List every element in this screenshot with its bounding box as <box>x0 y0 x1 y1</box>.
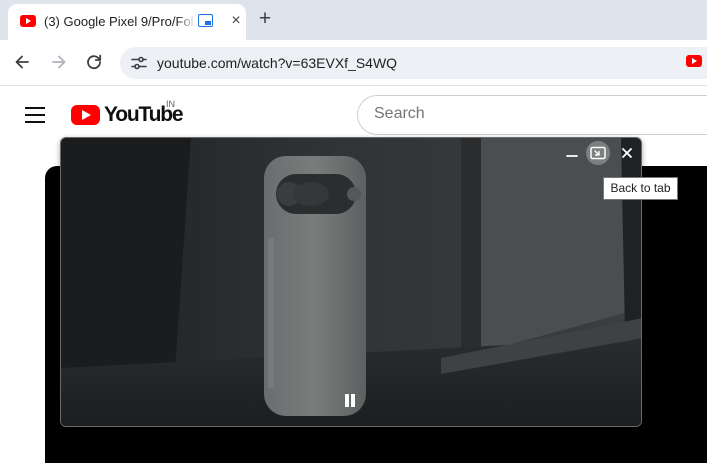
back-button[interactable] <box>12 52 32 72</box>
browser-toolbar: youtube.com/watch?v=63EVXf_S4WQ <box>0 40 707 86</box>
youtube-play-logo-icon <box>71 105 100 125</box>
picture-in-picture-icon <box>198 14 213 27</box>
pause-icon[interactable] <box>343 394 357 408</box>
picture-in-picture-window[interactable] <box>60 137 642 427</box>
youtube-favicon-icon <box>20 15 36 27</box>
url-text: youtube.com/watch?v=63EVXf_S4WQ <box>157 55 398 71</box>
back-to-tab-tooltip: Back to tab <box>603 177 678 200</box>
new-tab-button[interactable]: + <box>254 8 276 30</box>
tab-strip: (3) Google Pixel 9/Pro/Fold × + <box>0 0 707 40</box>
tab-youtube[interactable]: (3) Google Pixel 9/Pro/Fold × <box>8 4 246 40</box>
tune-icon[interactable] <box>130 55 148 71</box>
search-input[interactable] <box>374 105 694 123</box>
forward-button[interactable] <box>49 52 69 72</box>
tab-title-fade <box>176 12 196 32</box>
video-frame <box>61 138 641 426</box>
menu-icon[interactable] <box>25 107 45 123</box>
browser-window: (3) Google Pixel 9/Pro/Fold × + youtube.… <box>0 0 707 463</box>
country-code: IN <box>166 99 175 109</box>
address-bar[interactable]: youtube.com/watch?v=63EVXf_S4WQ <box>120 47 707 79</box>
tab-title: (3) Google Pixel 9/Pro/Fold <box>44 14 194 29</box>
close-icon[interactable] <box>616 142 638 164</box>
youtube-extension-icon[interactable] <box>686 55 702 67</box>
search-box[interactable] <box>357 95 707 135</box>
back-to-tab-icon[interactable] <box>586 141 610 165</box>
reload-button[interactable] <box>84 52 104 72</box>
minimize-icon[interactable] <box>561 142 583 164</box>
youtube-header: YouTube IN <box>0 87 707 143</box>
tab-close-button[interactable]: × <box>226 11 246 31</box>
